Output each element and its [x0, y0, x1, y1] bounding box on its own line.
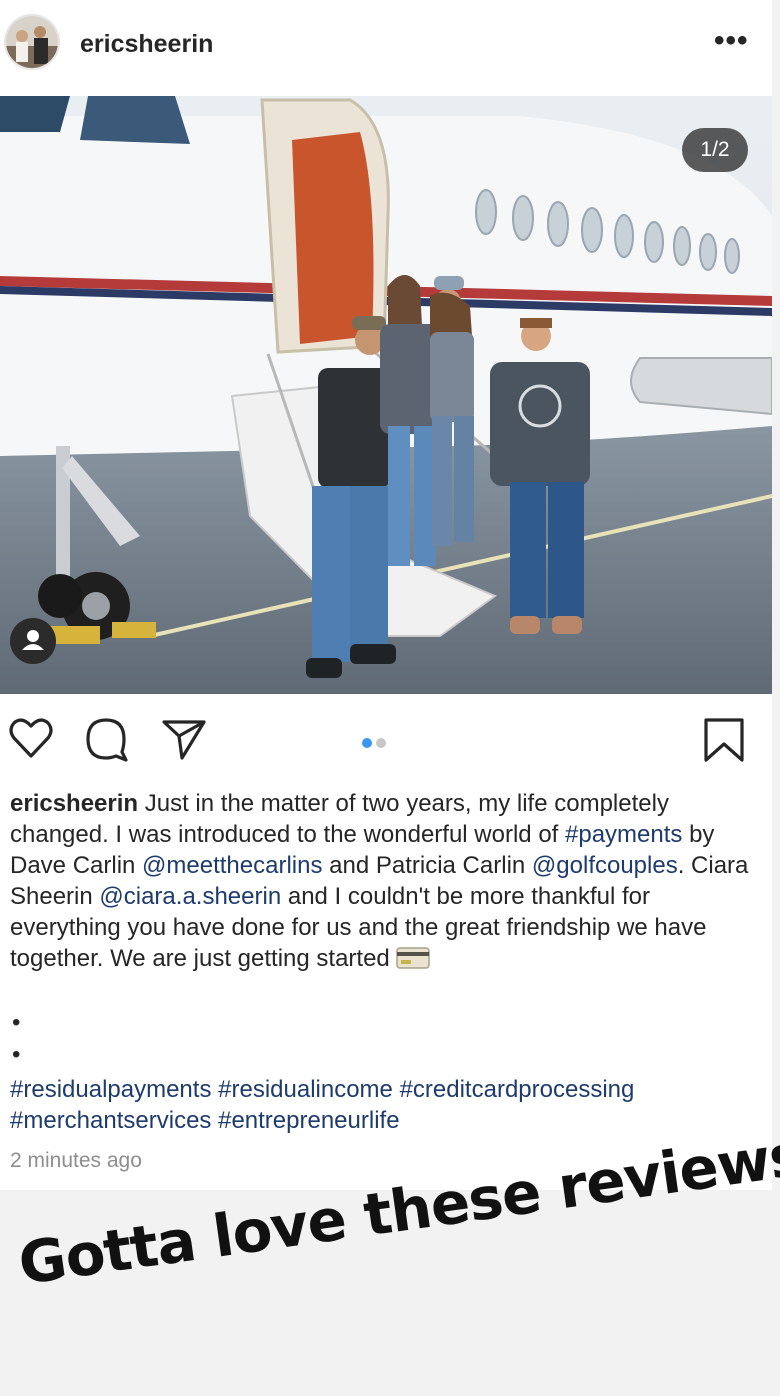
caption-mention[interactable]: @ciara.a.sheerin — [99, 883, 281, 910]
person-icon[interactable] — [10, 618, 56, 664]
instagram-post: ericsheerin ••• 1/2 ericsheerin Just in … — [0, 0, 772, 1190]
hashtag-link[interactable]: #entrepreneurlife — [218, 1107, 399, 1134]
bookmark-icon[interactable] — [702, 716, 746, 769]
post-timestamp: 2 minutes ago — [10, 1149, 142, 1172]
credit-card-emoji-icon — [396, 945, 431, 972]
post-caption: ericsheerin Just in the matter of two ye… — [10, 788, 760, 974]
carousel-indicator — [362, 735, 390, 753]
comment-icon[interactable] — [84, 716, 130, 767]
caption-mention[interactable]: @meetthecarlins — [142, 852, 322, 879]
post-photo[interactable]: 1/2 — [0, 96, 772, 694]
heart-icon[interactable] — [8, 716, 54, 765]
hashtag-link[interactable]: #merchantservices — [10, 1107, 211, 1134]
caption-mention[interactable]: @golfcouples — [532, 852, 678, 879]
carousel-dot-active — [362, 738, 372, 748]
caption-text: and Patricia Carlin — [322, 852, 532, 879]
post-header: ericsheerin ••• — [0, 0, 772, 92]
photo-counter: 1/2 — [682, 128, 748, 172]
story-text-overlay: Gotta love these reviews — [15, 1121, 780, 1340]
hashtag-link[interactable]: #residualpayments — [10, 1076, 211, 1103]
hashtag-link[interactable]: #creditcardprocessing — [400, 1076, 635, 1103]
post-username[interactable]: ericsheerin — [80, 30, 213, 59]
carousel-dot — [376, 738, 386, 748]
caption-hashtag[interactable]: #payments — [565, 821, 682, 848]
caption-bullet: • — [12, 1041, 21, 1068]
profile-avatar[interactable] — [4, 14, 60, 70]
more-options-icon[interactable]: ••• — [714, 24, 749, 58]
send-icon[interactable] — [160, 716, 208, 767]
caption-hashtags: #residualpayments #residualincome #credi… — [10, 1074, 770, 1136]
caption-username[interactable]: ericsheerin — [10, 790, 138, 817]
caption-bullet: • — [12, 1009, 21, 1036]
hashtag-link[interactable]: #residualincome — [218, 1076, 393, 1103]
